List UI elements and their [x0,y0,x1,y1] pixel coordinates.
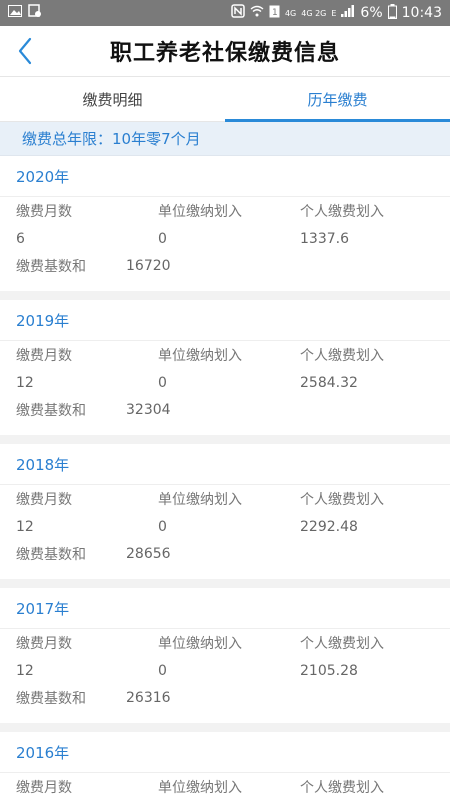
unit-label: 单位缴纳划入 [158,780,242,796]
year-card: 2020年 缴费月数 单位缴纳划入 个人缴费划入 6 0 1337.6 缴费基数… [0,156,450,291]
edge-label: E [331,8,337,18]
notification-image-icon [28,4,42,22]
column-labels: 缴费月数 单位缴纳划入 个人缴费划入 [0,197,450,225]
base-label: 缴费基数和 [16,259,86,275]
unit-label: 单位缴纳划入 [158,636,242,652]
base-value: 16720 [126,258,171,274]
app-header: 职工养老社保缴费信息 [0,26,450,76]
base-label: 缴费基数和 [16,691,86,707]
unit-label: 单位缴纳划入 [158,204,242,220]
base-label: 缴费基数和 [16,547,86,563]
base-row: 缴费基数和 26316 [0,685,450,713]
personal-value: 2584.32 [300,375,358,391]
gallery-icon [8,5,22,21]
personal-label: 个人缴费划入 [300,492,384,508]
value-row: 12 0 2105.28 [0,657,450,685]
months-value: 12 [16,663,34,679]
months-label: 缴费月数 [16,636,72,652]
unit-value: 0 [158,231,167,247]
total-years-summary: 缴费总年限：10年零7个月 [0,122,450,156]
base-value: 26316 [126,690,171,706]
unit-value: 0 [158,375,167,391]
year-card: 2016年 缴费月数 单位缴纳划入 个人缴费划入 [0,732,450,800]
months-value: 6 [16,231,25,247]
personal-value: 2105.28 [300,663,358,679]
personal-value: 1337.6 [300,231,349,247]
year-title: 2016年 [0,732,450,773]
tab-payment-details[interactable]: 缴费明细 [0,77,225,121]
base-value: 28656 [126,546,171,562]
column-labels: 缴费月数 单位缴纳划入 个人缴费划入 [0,341,450,369]
year-title: 2017年 [0,588,450,629]
sim-icon: 1 [269,5,280,22]
unit-label: 单位缴纳划入 [158,492,242,508]
network-type-2-label: 4G 2G [301,8,327,18]
column-labels: 缴费月数 单位缴纳划入 个人缴费划入 [0,629,450,657]
battery-percent: 6% [360,5,383,21]
months-label: 缴费月数 [16,204,72,220]
year-title: 2018年 [0,444,450,485]
year-title: 2019年 [0,300,450,341]
year-card: 2019年 缴费月数 单位缴纳划入 个人缴费划入 12 0 2584.32 缴费… [0,300,450,435]
months-value: 12 [16,519,34,535]
year-card: 2018年 缴费月数 单位缴纳划入 个人缴费划入 12 0 2292.48 缴费… [0,444,450,579]
page-title: 职工养老社保缴费信息 [109,41,340,66]
base-row: 缴费基数和 32304 [0,397,450,425]
value-row: 12 0 2292.48 [0,513,450,541]
year-card: 2017年 缴费月数 单位缴纳划入 个人缴费划入 12 0 2105.28 缴费… [0,588,450,723]
signal-icon [341,5,355,21]
battery-icon [387,3,397,23]
unit-value: 0 [158,519,167,535]
year-title: 2020年 [0,156,450,197]
wifi-icon [250,5,264,21]
base-row: 缴费基数和 16720 [0,253,450,281]
value-row: 12 0 2584.32 [0,369,450,397]
base-value: 32304 [126,402,171,418]
nfc-icon [231,4,245,22]
personal-label: 个人缴费划入 [300,348,384,364]
unit-value: 0 [158,663,167,679]
months-label: 缴费月数 [16,780,72,796]
personal-value: 2292.48 [300,519,358,535]
months-value: 12 [16,375,34,391]
back-button[interactable] [12,36,40,66]
personal-label: 个人缴费划入 [300,636,384,652]
column-labels: 缴费月数 单位缴纳划入 个人缴费划入 [0,485,450,513]
unit-label: 单位缴纳划入 [158,348,242,364]
chevron-left-icon [18,37,32,65]
months-label: 缴费月数 [16,348,72,364]
clock: 10:43 [401,5,442,21]
months-label: 缴费月数 [16,492,72,508]
value-row: 6 0 1337.6 [0,225,450,253]
personal-label: 个人缴费划入 [300,204,384,220]
tab-yearly-payments[interactable]: 历年缴费 [225,77,450,122]
yearly-records-list[interactable]: 2020年 缴费月数 单位缴纳划入 个人缴费划入 6 0 1337.6 缴费基数… [0,156,450,800]
base-row: 缴费基数和 28656 [0,541,450,569]
status-bar: 1 4G 4G 2G E 6% 10:43 [0,0,450,26]
svg-text:1: 1 [272,8,278,18]
personal-label: 个人缴费划入 [300,780,384,796]
tab-bar: 缴费明细 历年缴费 [0,76,450,122]
base-label: 缴费基数和 [16,403,86,419]
network-type-label: 4G [284,8,297,18]
column-labels: 缴费月数 单位缴纳划入 个人缴费划入 [0,773,450,800]
